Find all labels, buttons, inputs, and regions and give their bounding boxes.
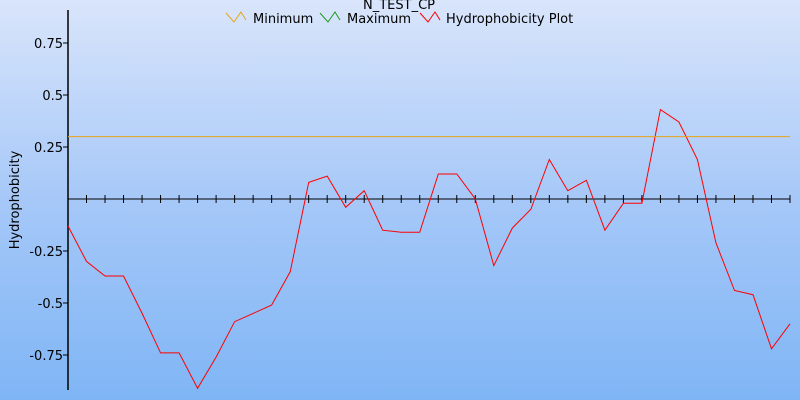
- legend-icon-hydrophobicity-plot: [419, 11, 441, 23]
- legend-icon-minimum: [225, 11, 247, 23]
- legend-label-hydrophobicity-plot: Hydrophobicity Plot: [446, 12, 573, 27]
- hydrophobicity-plot-line: [67, 108, 791, 390]
- legend-label-maximum: Maximum: [347, 12, 411, 27]
- y-tick-label: -0.75: [29, 349, 63, 364]
- legend-icon-maximum: [319, 11, 341, 23]
- legend: Minimum Maximum Hydrophobicity Plot: [225, 11, 573, 27]
- hydrophobicity-chart: 0.750.50.25-0.25-0.5-0.75 N_TEST_CP Hydr…: [8, 0, 791, 390]
- y-tick-label: 0.5: [42, 89, 63, 104]
- chart-canvas: 0.75 0.5 0.25 -0.25 -0.5 -0.75 N_TEST_CP Hydr…: [0, 0, 800, 400]
- y-tick-label: -0.25: [29, 245, 63, 260]
- y-tick-label: 0.75: [34, 37, 63, 52]
- y-tick-label: -0.5: [38, 297, 63, 312]
- legend-label-minimum: Minimum: [253, 12, 313, 27]
- y-axis-label: Hydrophobicity: [8, 150, 23, 249]
- y-tick-label: 0.25: [34, 141, 63, 156]
